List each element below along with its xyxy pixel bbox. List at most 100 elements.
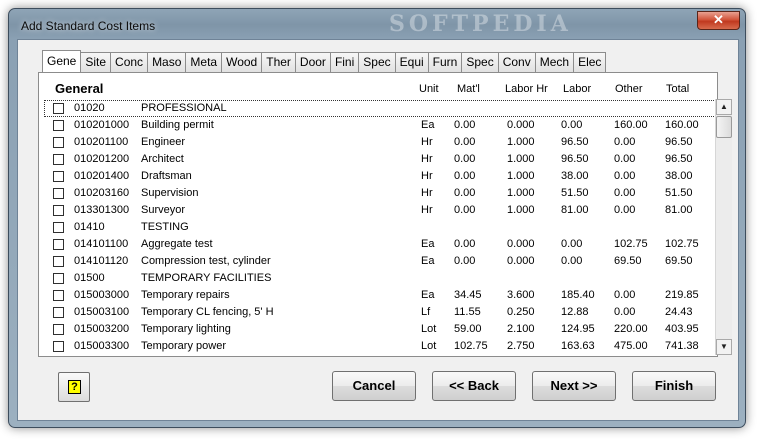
row-checkbox[interactable] — [53, 341, 64, 352]
cancel-button[interactable]: Cancel — [332, 371, 416, 401]
item-total: 24.43 — [665, 306, 693, 318]
item-description: Temporary power — [141, 340, 226, 352]
item-unit: Lot — [421, 340, 437, 352]
item-matl: 0.00 — [454, 255, 476, 267]
row-checkbox[interactable] — [53, 222, 64, 233]
item-code: 013301300 — [74, 204, 130, 216]
tab-fini[interactable]: Fini — [329, 52, 360, 72]
item-total: 96.50 — [665, 153, 693, 165]
tab-maso[interactable]: Maso — [147, 52, 187, 72]
item-labor: 0.00 — [561, 119, 583, 131]
tab-site[interactable]: Site — [80, 52, 112, 72]
table-row[interactable]: 014101100 Aggregate test Ea 0.00 0.000 0.00 10… — [44, 236, 732, 253]
dialog-window: Add Standard Cost Items SOFTPEDIA ✕ Gene… — [8, 8, 746, 428]
tab-elec[interactable]: Elec — [573, 52, 607, 72]
tab-spec-2[interactable]: Spec — [461, 52, 499, 72]
tab-gene[interactable]: Gene — [42, 50, 82, 72]
row-checkbox[interactable] — [53, 256, 64, 267]
row-checkbox[interactable] — [53, 290, 64, 301]
table-row[interactable]: 010201100 Engineer Hr 0.00 1.000 96.50 0.00 96.… — [44, 134, 732, 151]
item-labor: 0.00 — [561, 238, 583, 250]
row-checkbox[interactable] — [53, 205, 64, 216]
row-checkbox[interactable] — [53, 120, 64, 131]
item-total: 102.75 — [665, 238, 699, 250]
column-header-other: Other — [615, 83, 643, 95]
table-row[interactable]: 013301300 Surveyor Hr 0.00 1.000 81.00 0.00 81.… — [44, 202, 732, 219]
tab-conc[interactable]: Conc — [110, 52, 149, 72]
item-other: 475.00 — [614, 340, 648, 352]
table-row[interactable]: 010201000 Building permit Ea 0.00 0.000 0.00 1… — [44, 117, 732, 134]
row-checkbox[interactable] — [53, 324, 64, 335]
item-matl: 0.00 — [454, 204, 476, 216]
tab-furn[interactable]: Furn — [427, 52, 463, 72]
tab-equi[interactable]: Equi — [394, 52, 429, 72]
item-total: 69.50 — [665, 255, 693, 267]
row-checkbox[interactable] — [53, 307, 64, 318]
help-button[interactable]: ? — [58, 372, 90, 402]
item-description: TESTING — [141, 221, 189, 233]
table-row[interactable]: 010203160 Supervision Hr 0.00 1.000 51.50 0.00… — [44, 185, 732, 202]
title-bar[interactable]: Add Standard Cost Items SOFTPEDIA ✕ — [9, 9, 745, 37]
items-panel: General Unit Mat'l Labor Hr Labor Other … — [38, 72, 732, 357]
item-labor-hr: 2.750 — [507, 340, 535, 352]
table-row[interactable]: 015003100 Temporary CL fencing, 5' H Lf 11.… — [44, 304, 732, 321]
table-row[interactable]: 010201400 Draftsman Hr 0.00 1.000 38.00 0.00 38… — [44, 168, 732, 185]
item-unit: Ea — [421, 289, 435, 301]
item-matl: 0.00 — [454, 238, 476, 250]
item-other: 69.50 — [614, 255, 642, 267]
row-checkbox[interactable] — [53, 239, 64, 250]
row-checkbox[interactable] — [53, 103, 64, 114]
table-row[interactable]: 01500 TEMPORARY FACILITIES — [44, 270, 732, 287]
row-checkbox[interactable] — [53, 171, 64, 182]
item-code: 010201200 — [74, 153, 130, 165]
item-matl: 102.75 — [454, 340, 488, 352]
item-code: 014101120 — [74, 255, 129, 267]
tab-ther[interactable]: Ther — [261, 52, 296, 72]
item-other: 0.00 — [614, 289, 636, 301]
finish-button[interactable]: Finish — [632, 371, 716, 401]
table-row[interactable]: 01020 PROFESSIONAL — [44, 100, 732, 117]
category-tabs: Gene Site Conc Maso Meta Wood Ther Door Fini Spec… — [42, 50, 607, 72]
tab-wood[interactable]: Wood — [221, 52, 263, 72]
scroll-thumb[interactable] — [716, 116, 732, 138]
item-labor: 51.50 — [561, 187, 589, 199]
item-matl: 0.00 — [454, 119, 476, 131]
table-row[interactable]: 010201200 Architect Hr 0.00 1.000 96.50 0.00 96… — [44, 151, 732, 168]
column-header-total: Total — [666, 83, 690, 95]
table-row[interactable]: 01410 TESTING — [44, 219, 732, 236]
tab-spec[interactable]: Spec — [358, 52, 396, 72]
row-checkbox[interactable] — [53, 137, 64, 148]
vertical-scrollbar[interactable]: ▲ ▼ — [715, 99, 732, 355]
item-other: 0.00 — [614, 170, 636, 182]
item-total: 160.00 — [665, 119, 699, 131]
item-labor-hr: 0.000 — [507, 119, 535, 131]
row-checkbox[interactable] — [53, 273, 64, 284]
item-unit: Hr — [421, 136, 433, 148]
tab-meta[interactable]: Meta — [185, 52, 223, 72]
item-labor-hr: 0.000 — [507, 255, 535, 267]
tab-door[interactable]: Door — [294, 52, 331, 72]
tab-conv[interactable]: Conv — [497, 52, 536, 72]
item-other: 0.00 — [614, 187, 636, 199]
scroll-down-button[interactable]: ▼ — [716, 339, 732, 355]
next-button[interactable]: Next >> — [532, 371, 616, 401]
table-row[interactable]: 015003000 Temporary repairs Ea 34.45 3.600 18… — [44, 287, 732, 304]
close-button[interactable]: ✕ — [697, 11, 740, 30]
item-total: 96.50 — [665, 136, 693, 148]
item-description: Temporary repairs — [141, 289, 230, 301]
tab-mech[interactable]: Mech — [534, 52, 575, 72]
table-row[interactable]: 015003300 Temporary power Lot 102.75 2.750 16… — [44, 338, 732, 354]
item-matl: 11.55 — [454, 306, 481, 318]
row-checkbox[interactable] — [53, 188, 64, 199]
item-labor: 0.00 — [561, 255, 583, 267]
table-row[interactable]: 014101120 Compression test, cylinder Ea 0.0… — [44, 253, 732, 270]
item-labor-hr: 1.000 — [507, 136, 535, 148]
back-button[interactable]: << Back — [432, 371, 516, 401]
item-unit: Ea — [421, 238, 435, 250]
scroll-up-button[interactable]: ▲ — [716, 99, 732, 115]
item-code: 010201100 — [74, 136, 129, 148]
table-row[interactable]: 015003200 Temporary lighting Lot 59.00 2.100… — [44, 321, 732, 338]
item-labor: 96.50 — [561, 136, 589, 148]
row-checkbox[interactable] — [53, 154, 64, 165]
item-labor: 124.95 — [561, 323, 595, 335]
